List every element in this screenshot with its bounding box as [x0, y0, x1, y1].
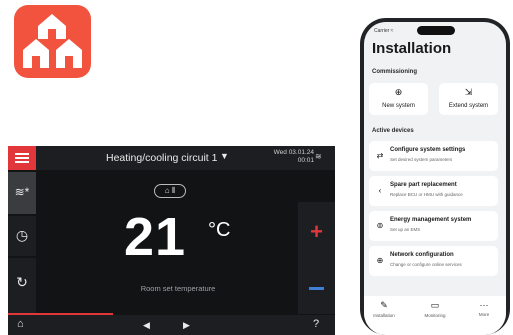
tile-label: New system [382, 103, 415, 109]
temperature-label: Room set temperature [140, 284, 216, 293]
monitor-icon: ▭ [430, 300, 440, 310]
app-icon[interactable] [14, 5, 91, 78]
clock-icon: ◷ [15, 227, 29, 243]
tab-label: More [478, 312, 490, 317]
time-text: 00:01 [297, 157, 314, 164]
network-configuration-item[interactable]: ⊕ Network configuration Change or config… [369, 246, 498, 276]
active-devices-label: Active devices [372, 128, 414, 134]
tab-bar: ✎ Installation ▭ Monitoring ··· More [364, 296, 506, 335]
bottom-bar: ⌂ ◀ ▶ ? [8, 315, 335, 335]
item-title: Configure system settings [390, 147, 466, 153]
extend-system-button[interactable]: ⇲ Extend system [439, 83, 498, 115]
top-bar: Heating/cooling circuit 1 ▼ Wed 03.01.24… [8, 146, 335, 170]
tab-label: Installation [373, 313, 395, 318]
commissioning-label: Commissioning [372, 69, 418, 75]
date-time: Wed 03.01.24 00:01 [264, 149, 314, 165]
status-bar: Carrier ≈ [374, 28, 394, 34]
spare-part-item[interactable]: ‹ Spare part replacement Replace BCU or … [369, 176, 498, 206]
extend-icon: ⇲ [464, 87, 473, 97]
wrench-icon: ✎ [380, 300, 388, 310]
help-icon[interactable]: ? [313, 318, 319, 330]
item-subtitle: Replace BCU or HMU with guidance [390, 192, 463, 197]
item-title: Energy management system [390, 217, 472, 223]
tab-more[interactable]: ··· More [464, 300, 504, 317]
houses-icon [23, 14, 82, 68]
tab-installation[interactable]: ✎ Installation [364, 300, 404, 318]
set-temperature: 21 [124, 207, 187, 267]
page-title: Installation [372, 40, 452, 57]
schedule-button[interactable]: ◷ [8, 216, 36, 256]
tile-label: Extend system [448, 103, 489, 109]
next-icon[interactable]: ▶ [183, 320, 190, 331]
plus-circle-icon: ⊕ [394, 87, 403, 97]
increase-button[interactable]: + [298, 202, 335, 262]
item-title: Network configuration [390, 252, 454, 258]
more-icon: ··· [479, 300, 489, 310]
temperature-unit: °C [208, 219, 231, 241]
energy-management-item[interactable]: ⊚ Energy management system Set up an EMS [369, 211, 498, 241]
tab-label: Monitoring [424, 313, 446, 318]
energy-icon: ⊚ [376, 221, 384, 230]
heating-mode-button[interactable]: ≋* [8, 172, 36, 214]
menu-button[interactable] [8, 146, 36, 170]
timer-icon: ↻ [16, 274, 28, 290]
item-subtitle: Set desired system parameters [390, 157, 453, 162]
chevron-left-icon: ‹ [378, 186, 382, 195]
heating-cooling-icon: ≋* [14, 185, 30, 199]
item-subtitle: Set up an EMS [390, 227, 421, 232]
minus-icon [309, 287, 324, 290]
item-subtitle: Change or configure online services [390, 262, 462, 267]
home-icon[interactable]: ⌂ [17, 318, 24, 330]
item-title: Spare part replacement [390, 182, 457, 188]
circuit-title[interactable]: Heating/cooling circuit 1 [106, 152, 217, 164]
chevron-down-icon[interactable]: ▼ [220, 151, 229, 161]
controller-display: Heating/cooling circuit 1 ▼ Wed 03.01.24… [8, 146, 335, 335]
wifi-icon: ≋ [315, 152, 322, 161]
new-system-button[interactable]: ⊕ New system [369, 83, 428, 115]
globe-icon: ⊕ [376, 256, 384, 265]
dynamic-island [417, 26, 455, 35]
phone-screen: Carrier ≈ Installation Commissioning ⊕ N… [364, 22, 506, 335]
tab-monitoring[interactable]: ▭ Monitoring [415, 300, 455, 318]
previous-icon[interactable]: ◀ [143, 320, 150, 331]
plus-icon: + [310, 219, 323, 244]
configure-settings-item[interactable]: ⇄ Configure system settings Set desired … [369, 141, 498, 171]
mode-indicator: ⌂ ⫴ [154, 184, 186, 198]
sliders-icon: ⇄ [376, 151, 384, 160]
date-text: Wed 03.01.24 [273, 149, 314, 156]
decrease-button[interactable] [298, 262, 335, 314]
timer-button[interactable]: ↻ [8, 258, 36, 313]
phone-frame: Carrier ≈ Installation Commissioning ⊕ N… [360, 18, 510, 335]
